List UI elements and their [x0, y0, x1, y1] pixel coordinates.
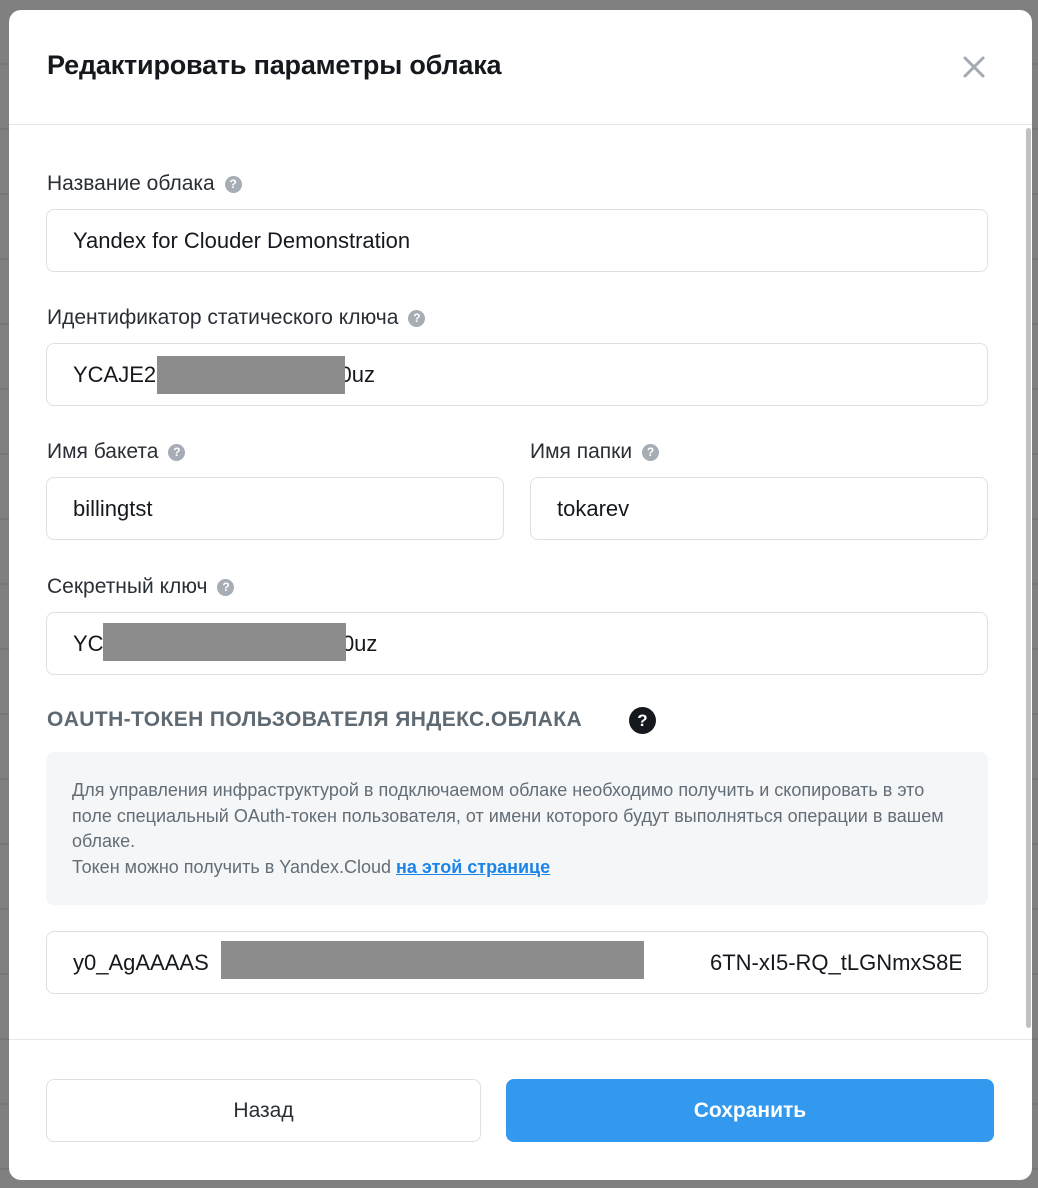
folder-name-input[interactable]: [530, 477, 988, 540]
dialog-scrollbar-thumb[interactable]: [1026, 128, 1031, 1028]
bucket-name-label: Имя бакета ?: [47, 440, 186, 464]
folder-name-label: Имя папки ?: [530, 440, 660, 464]
close-button[interactable]: [959, 52, 989, 82]
bucket-name-help-icon[interactable]: ?: [168, 443, 186, 461]
oauth-info-text: Для управления инфраструктурой в подключ…: [72, 780, 944, 851]
static-key-id-help-icon[interactable]: ?: [408, 309, 426, 327]
dialog-header: Редактировать параметры облака: [9, 10, 1032, 125]
secret-key-label: Секретный ключ ?: [47, 575, 235, 599]
secret-key-help-icon[interactable]: ?: [217, 578, 235, 596]
edit-cloud-dialog: Редактировать параметры облака Название …: [9, 10, 1032, 1180]
close-icon: [963, 56, 985, 78]
folder-name-help-icon[interactable]: ?: [642, 443, 660, 461]
redaction-mask: [157, 356, 345, 394]
static-key-id-label: Идентификатор статического ключа ?: [47, 306, 426, 330]
bucket-name-input[interactable]: [46, 477, 504, 540]
save-button[interactable]: Сохранить: [506, 1079, 994, 1142]
oauth-info-box: Для управления инфраструктурой в подключ…: [46, 752, 988, 905]
cloud-name-help-icon[interactable]: ?: [224, 175, 242, 193]
cloud-name-input[interactable]: [46, 209, 988, 272]
redaction-mask: [221, 941, 644, 979]
dialog-title: Редактировать параметры облака: [47, 50, 502, 80]
oauth-token-page-link[interactable]: на этой странице: [396, 857, 550, 877]
back-button[interactable]: Назад: [46, 1079, 481, 1142]
oauth-help-icon[interactable]: ?: [629, 707, 656, 734]
oauth-section-heading: OAUTH-ТОКЕН ПОЛЬЗОВАТЕЛЯ ЯНДЕКС.ОБЛАКА: [47, 708, 583, 731]
oauth-info-line: Токен можно получить в Yandex.Cloud на э…: [72, 856, 551, 877]
cloud-name-label: Название облака ?: [47, 172, 242, 196]
redaction-mask: [103, 623, 346, 661]
